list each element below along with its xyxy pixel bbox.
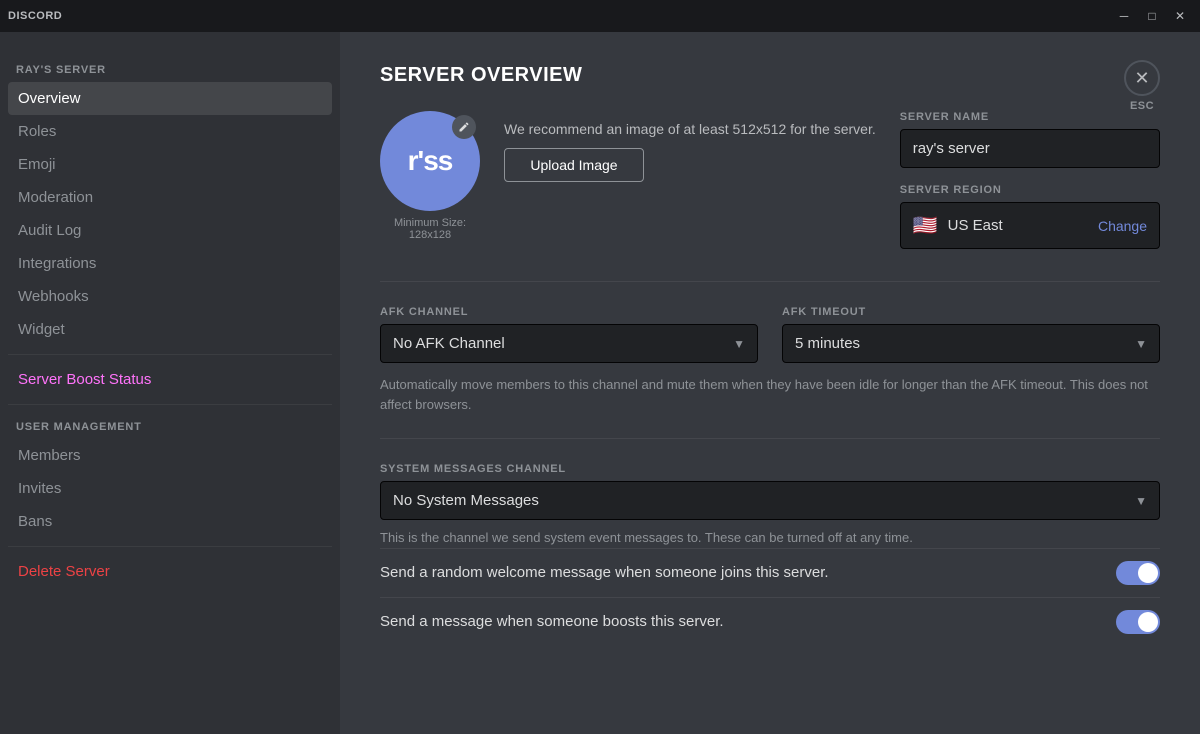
maximize-button[interactable]: □	[1140, 4, 1164, 28]
sidebar-item-invites[interactable]: Invites	[8, 472, 332, 505]
sidebar-item-roles[interactable]: Roles	[8, 115, 332, 148]
boost-toggle-label: Send a message when someone boosts this …	[380, 613, 1116, 630]
sidebar: RAY'S SERVER Overview Roles Emoji Modera…	[0, 32, 340, 734]
afk-timeout-label: AFK TIMEOUT	[782, 306, 1160, 318]
sidebar-item-members[interactable]: Members	[8, 439, 332, 472]
system-messages-section: SYSTEM MESSAGES CHANNEL No System Messag…	[380, 463, 1160, 646]
afk-timeout-value: 5 minutes	[795, 335, 860, 352]
divider-1	[380, 281, 1160, 282]
sidebar-item-widget[interactable]: Widget	[8, 313, 332, 346]
system-messages-arrow-icon: ▼	[1135, 494, 1147, 508]
overview-top: r'ss Minimum Size: 128x128 We recommend …	[380, 111, 1160, 249]
system-messages-value: No System Messages	[393, 492, 539, 509]
server-region-label: SERVER REGION	[900, 184, 1160, 196]
avatar-min-size-label: Minimum Size: 128x128	[380, 217, 480, 241]
titlebar: DISCORD ─ □ ✕	[0, 0, 1200, 32]
boost-toggle[interactable]	[1116, 610, 1160, 634]
window-controls: ─ □ ✕	[1112, 4, 1192, 28]
afk-help-text: Automatically move members to this chann…	[380, 375, 1160, 414]
sidebar-item-moderation[interactable]: Moderation	[8, 181, 332, 214]
system-messages-label: SYSTEM MESSAGES CHANNEL	[380, 463, 1160, 475]
welcome-toggle-label: Send a random welcome message when someo…	[380, 564, 1116, 581]
region-left: 🇺🇸 US East	[913, 213, 1003, 238]
avatar-edit-button[interactable]	[452, 115, 476, 139]
avatar-container: r'ss Minimum Size: 128x128	[380, 111, 480, 241]
sidebar-user-management-label: USER MANAGEMENT	[8, 413, 332, 437]
app-title: DISCORD	[8, 10, 62, 22]
server-name-field: SERVER NAME	[900, 111, 1160, 168]
server-region-field: SERVER REGION 🇺🇸 US East Change	[900, 184, 1160, 249]
afk-timeout-dropdown[interactable]: 5 minutes ▼	[782, 324, 1160, 363]
afk-channel-arrow-icon: ▼	[733, 337, 745, 351]
afk-timeout-field: AFK TIMEOUT 5 minutes ▼	[782, 306, 1160, 363]
change-region-button[interactable]: Change	[1098, 218, 1147, 234]
sidebar-divider-2	[8, 404, 332, 405]
region-name: US East	[948, 217, 1003, 234]
sidebar-item-boost-status[interactable]: Server Boost Status	[8, 363, 332, 396]
boost-toggle-thumb	[1138, 612, 1158, 632]
upload-area: We recommend an image of at least 512x51…	[504, 111, 876, 182]
sidebar-divider-1	[8, 354, 332, 355]
system-messages-help-text: This is the channel we send system event…	[380, 528, 1160, 548]
sidebar-item-delete-server[interactable]: Delete Server	[8, 555, 332, 588]
afk-section: AFK CHANNEL No AFK Channel ▼ AFK TIMEOUT…	[380, 306, 1160, 363]
sidebar-item-integrations[interactable]: Integrations	[8, 247, 332, 280]
sidebar-item-overview[interactable]: Overview	[8, 82, 332, 115]
app-body: RAY'S SERVER Overview Roles Emoji Modera…	[0, 32, 1200, 734]
sidebar-item-webhooks[interactable]: Webhooks	[8, 280, 332, 313]
sidebar-item-emoji[interactable]: Emoji	[8, 148, 332, 181]
welcome-toggle[interactable]	[1116, 561, 1160, 585]
upload-hint-text: We recommend an image of at least 512x51…	[504, 119, 876, 140]
sidebar-divider-3	[8, 546, 332, 547]
window-close-button[interactable]: ✕	[1168, 4, 1192, 28]
afk-channel-value: No AFK Channel	[393, 335, 505, 352]
server-region-select[interactable]: 🇺🇸 US East Change	[900, 202, 1160, 249]
afk-timeout-arrow-icon: ▼	[1135, 337, 1147, 351]
server-name-label: SERVER NAME	[900, 111, 1160, 123]
page-title: SERVER OVERVIEW	[380, 64, 1160, 87]
server-fields: SERVER NAME SERVER REGION 🇺🇸 US East Cha…	[900, 111, 1160, 249]
server-name-input[interactable]	[900, 129, 1160, 168]
afk-channel-dropdown[interactable]: No AFK Channel ▼	[380, 324, 758, 363]
minimize-button[interactable]: ─	[1112, 4, 1136, 28]
sidebar-item-bans[interactable]: Bans	[8, 505, 332, 538]
upload-image-button[interactable]: Upload Image	[504, 148, 644, 182]
close-circle-icon[interactable]: ✕	[1124, 60, 1160, 96]
us-flag-icon: 🇺🇸	[913, 213, 938, 238]
afk-channel-field: AFK CHANNEL No AFK Channel ▼	[380, 306, 758, 363]
sidebar-server-label: RAY'S SERVER	[8, 56, 332, 80]
esc-label: ESC	[1130, 100, 1154, 112]
divider-2	[380, 438, 1160, 439]
welcome-toggle-row: Send a random welcome message when someo…	[380, 548, 1160, 597]
system-messages-dropdown[interactable]: No System Messages ▼	[380, 481, 1160, 520]
close-esc-button[interactable]: ✕ ESC	[1124, 60, 1160, 112]
content-area: ✕ ESC SERVER OVERVIEW r'ss Minimum Size:…	[340, 32, 1200, 734]
boost-toggle-row: Send a message when someone boosts this …	[380, 597, 1160, 646]
welcome-toggle-thumb	[1138, 563, 1158, 583]
afk-channel-label: AFK CHANNEL	[380, 306, 758, 318]
sidebar-item-audit-log[interactable]: Audit Log	[8, 214, 332, 247]
